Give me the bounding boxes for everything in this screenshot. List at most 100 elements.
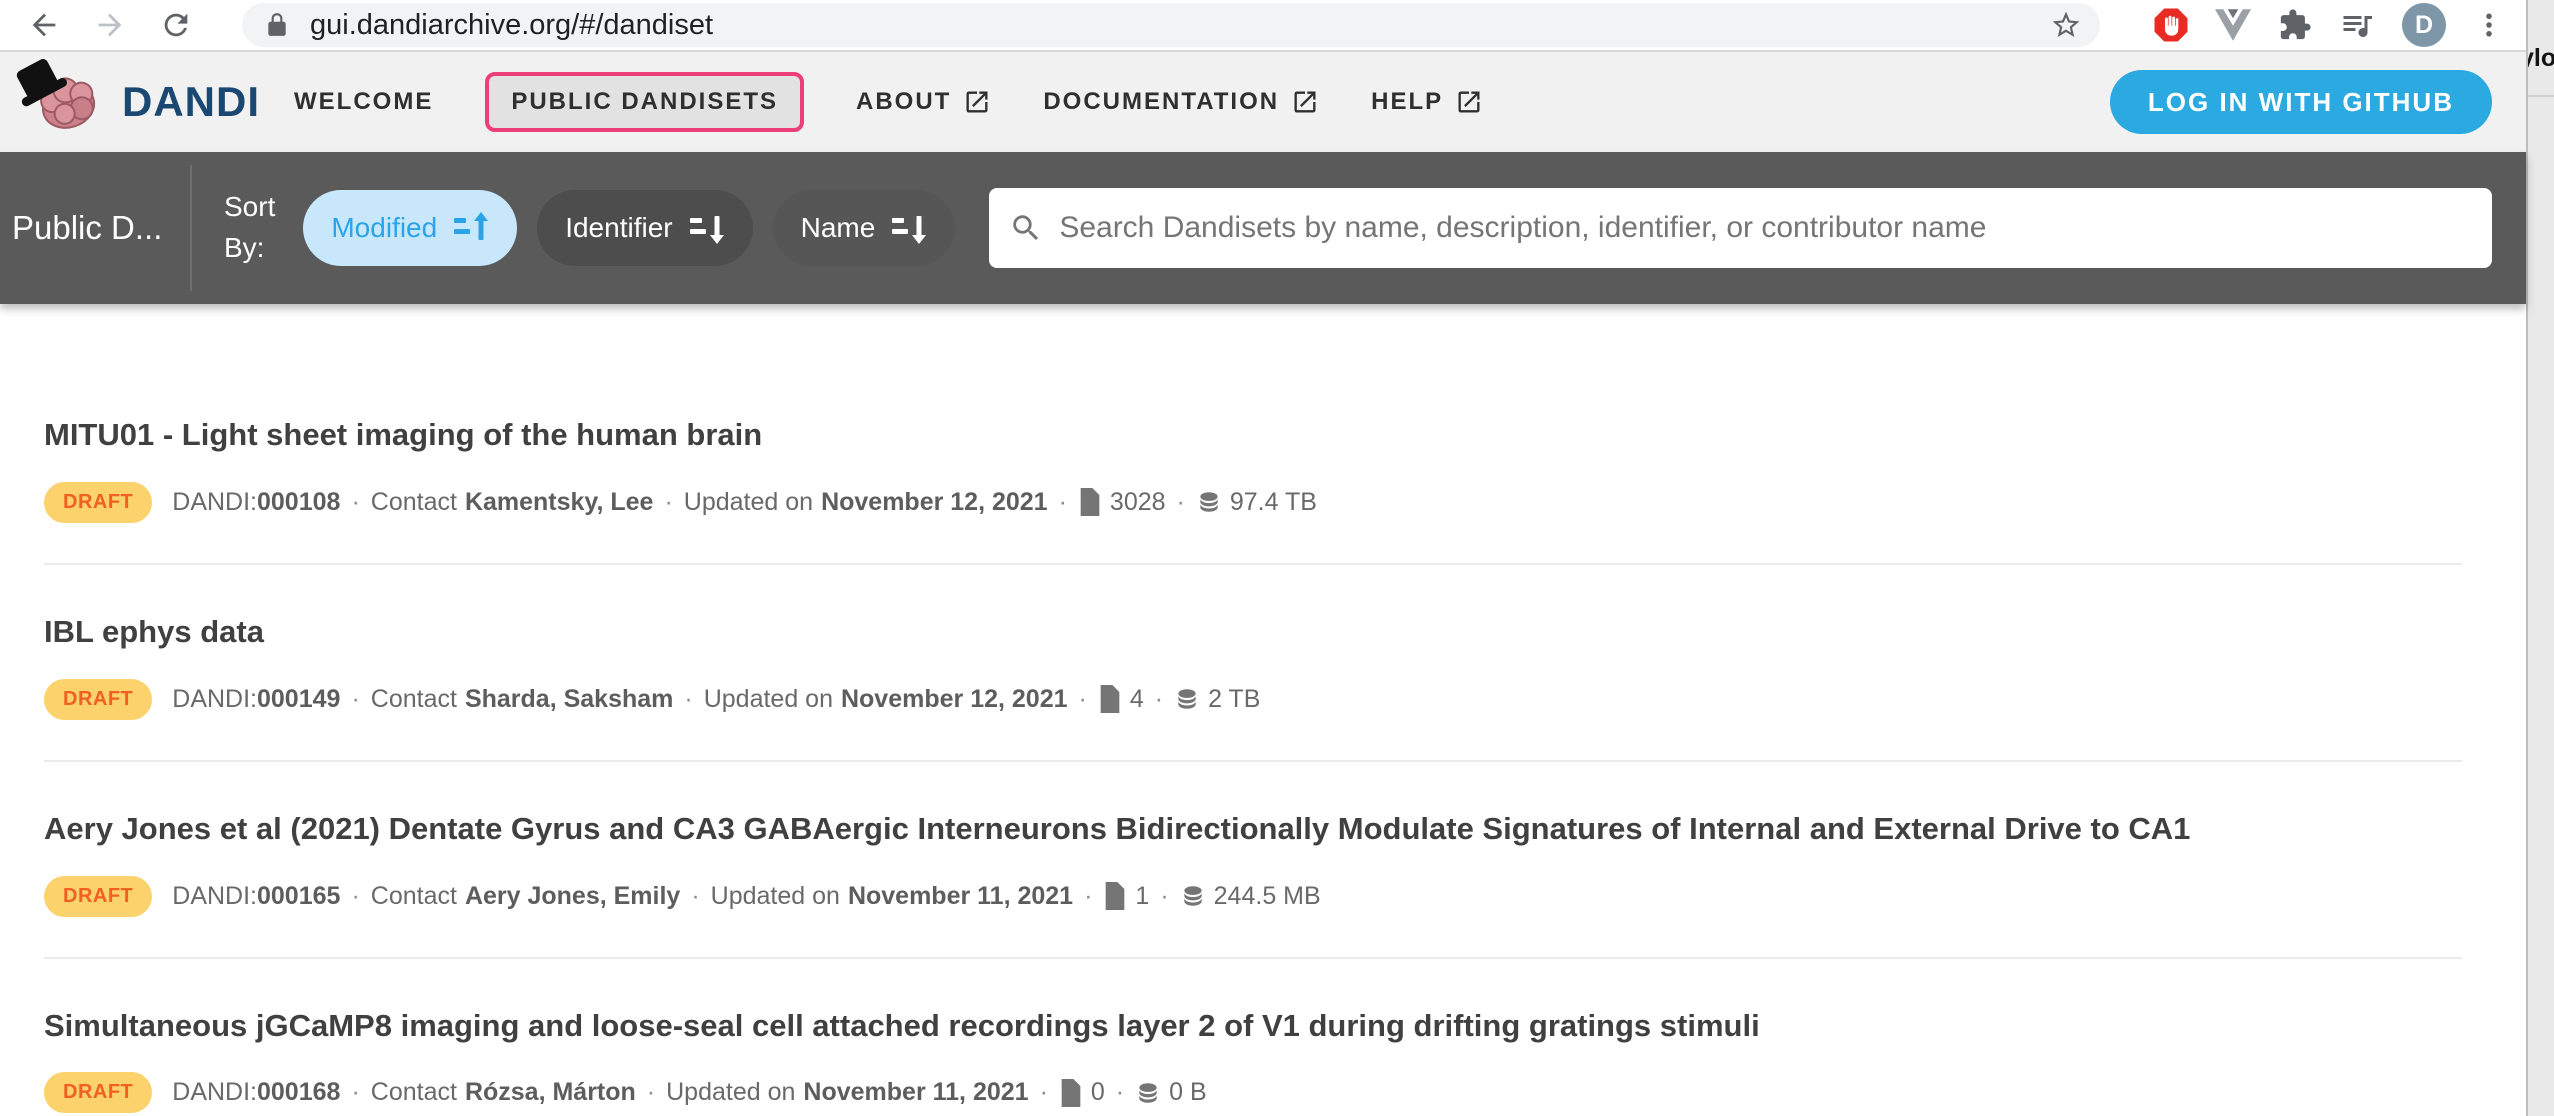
dandiset-file-count: 0 (1059, 1078, 1105, 1107)
background-window-sliver: ylog (2526, 0, 2554, 1116)
dandiset-title[interactable]: MITU01 - Light sheet imaging of the huma… (44, 414, 2364, 456)
dandiset-size: 0 B (1135, 1078, 1207, 1107)
address-bar[interactable]: gui.dandiarchive.org/#/dandiset (242, 3, 2100, 47)
dandiset-size: 2 TB (1174, 685, 1260, 714)
file-icon (1059, 1079, 1083, 1107)
external-link-icon (1455, 88, 1483, 116)
lock-icon[interactable] (264, 12, 290, 38)
dandiset-item: IBL ephys data DRAFT DANDI:000149 Contac… (44, 565, 2462, 762)
dandiset-meta: DRAFT DANDI:000168 ContactRózsa, Márton … (44, 1072, 2462, 1113)
status-badge: DRAFT (44, 1072, 152, 1113)
separator-dot (1029, 1078, 1059, 1107)
separator-dot (340, 1078, 370, 1107)
separator-dot (636, 1078, 666, 1107)
separator-dot (1166, 488, 1196, 517)
separator-dot (340, 488, 370, 517)
dandiset-id: DANDI:000165 (172, 882, 340, 911)
separator-dot (1073, 882, 1103, 911)
dandiset-size: 97.4 TB (1196, 488, 1317, 517)
sort-identifier-button[interactable]: Identifier (537, 190, 752, 266)
dandiset-id: DANDI:000168 (172, 1078, 340, 1107)
dandiset-item: Simultaneous jGCaMP8 imaging and loose-s… (44, 959, 2462, 1116)
dandiset-title[interactable]: IBL ephys data (44, 611, 2364, 653)
status-badge: DRAFT (44, 876, 152, 917)
dandiset-updated: Updated onNovember 12, 2021 (704, 685, 1068, 714)
sort-descending-icon (891, 211, 927, 245)
separator-dot (1105, 1078, 1135, 1107)
reload-icon[interactable] (156, 5, 196, 45)
nav-public-dandisets[interactable]: PUBLIC DANDISETS (485, 72, 804, 132)
status-badge: DRAFT (44, 482, 152, 523)
search-input[interactable] (1059, 211, 2472, 245)
separator-dot (1149, 882, 1179, 911)
sort-name-button[interactable]: Name (773, 190, 956, 266)
external-link-icon (1291, 88, 1319, 116)
database-icon (1180, 883, 1206, 909)
dandiset-id: DANDI:000149 (172, 685, 340, 714)
separator-dot (673, 685, 703, 714)
sort-descending-icon (689, 211, 725, 245)
dandiset-file-count: 3028 (1078, 488, 1166, 517)
content-area: MITU01 - Light sheet imaging of the huma… (0, 304, 2526, 1116)
browser-menu-icon[interactable] (2470, 5, 2508, 45)
background-window-text: ylog (2526, 44, 2554, 73)
database-icon (1174, 686, 1200, 712)
dandiset-file-count: 1 (1103, 882, 1149, 911)
separator-dot (340, 685, 370, 714)
dandiset-size: 244.5 MB (1180, 882, 1321, 911)
file-icon (1103, 882, 1127, 910)
adblock-extension-icon[interactable] (2152, 5, 2190, 45)
separator-dot (1068, 685, 1098, 714)
dandiset-item: MITU01 - Light sheet imaging of the huma… (44, 368, 2462, 565)
separator-dot (680, 882, 710, 911)
extensions-puzzle-icon[interactable] (2276, 5, 2314, 45)
forward-icon[interactable] (90, 5, 130, 45)
dandiset-contact: ContactAery Jones, Emily (371, 882, 681, 911)
search-box (989, 188, 2492, 268)
bookmark-star-icon[interactable] (2050, 9, 2082, 41)
sort-by-label: Sort By: (224, 187, 275, 268)
media-queue-icon[interactable] (2338, 5, 2376, 45)
nav-documentation[interactable]: DOCUMENTATION (1043, 88, 1319, 116)
separator-dot (340, 882, 370, 911)
file-icon (1078, 488, 1102, 516)
dandiset-list: MITU01 - Light sheet imaging of the huma… (0, 304, 2526, 1116)
database-icon (1135, 1080, 1161, 1106)
dandiset-title[interactable]: Simultaneous jGCaMP8 imaging and loose-s… (44, 1005, 2364, 1047)
nav-welcome[interactable]: WELCOME (294, 88, 433, 116)
dandiset-contact: ContactKamentsky, Lee (371, 488, 654, 517)
separator-dot (1048, 488, 1078, 517)
main-nav: WELCOME PUBLIC DANDISETS ABOUT DOCUMENTA… (294, 72, 1483, 132)
url-text[interactable]: gui.dandiarchive.org/#/dandiset (310, 9, 2050, 42)
browser-window: gui.dandiarchive.org/#/dandiset D (0, 0, 2526, 1116)
database-icon (1196, 489, 1222, 515)
page-title: Public D... (0, 209, 190, 247)
sort-modified-button[interactable]: Modified (303, 190, 517, 266)
separator-dot (653, 488, 683, 517)
dandiset-id: DANDI:000108 (172, 488, 340, 517)
external-link-icon (963, 88, 991, 116)
dandiset-file-count: 4 (1098, 685, 1144, 714)
sort-ascending-icon (453, 211, 489, 245)
background-window-divider (2528, 95, 2554, 97)
browser-toolbar: gui.dandiarchive.org/#/dandiset D (0, 0, 2526, 52)
brand-name[interactable]: DANDI (122, 78, 260, 126)
nav-about[interactable]: ABOUT (856, 88, 991, 116)
separator-dot (1144, 685, 1174, 714)
nav-help[interactable]: HELP (1371, 88, 1483, 116)
vue-devtools-icon[interactable] (2214, 5, 2252, 45)
sort-toolbar: Public D... Sort By: Modified Identifier… (0, 152, 2526, 304)
dandiset-meta: DRAFT DANDI:000149 ContactSharda, Saksha… (44, 679, 2462, 720)
dandiset-contact: ContactSharda, Saksham (371, 685, 674, 714)
back-icon[interactable] (24, 5, 64, 45)
search-icon (1009, 211, 1043, 245)
toolbar-divider (190, 165, 192, 291)
dandiset-updated: Updated onNovember 11, 2021 (711, 882, 1073, 911)
dandiset-meta: DRAFT DANDI:000165 ContactAery Jones, Em… (44, 876, 2462, 917)
profile-avatar[interactable]: D (2402, 3, 2446, 47)
dandiset-meta: DRAFT DANDI:000108 ContactKamentsky, Lee… (44, 482, 2462, 523)
login-github-button[interactable]: LOG IN WITH GITHUB (2110, 70, 2492, 134)
app-header: DANDI WELCOME PUBLIC DANDISETS ABOUT DOC… (0, 52, 2526, 152)
dandiset-title[interactable]: Aery Jones et al (2021) Dentate Gyrus an… (44, 808, 2364, 850)
dandiset-updated: Updated onNovember 11, 2021 (666, 1078, 1028, 1107)
